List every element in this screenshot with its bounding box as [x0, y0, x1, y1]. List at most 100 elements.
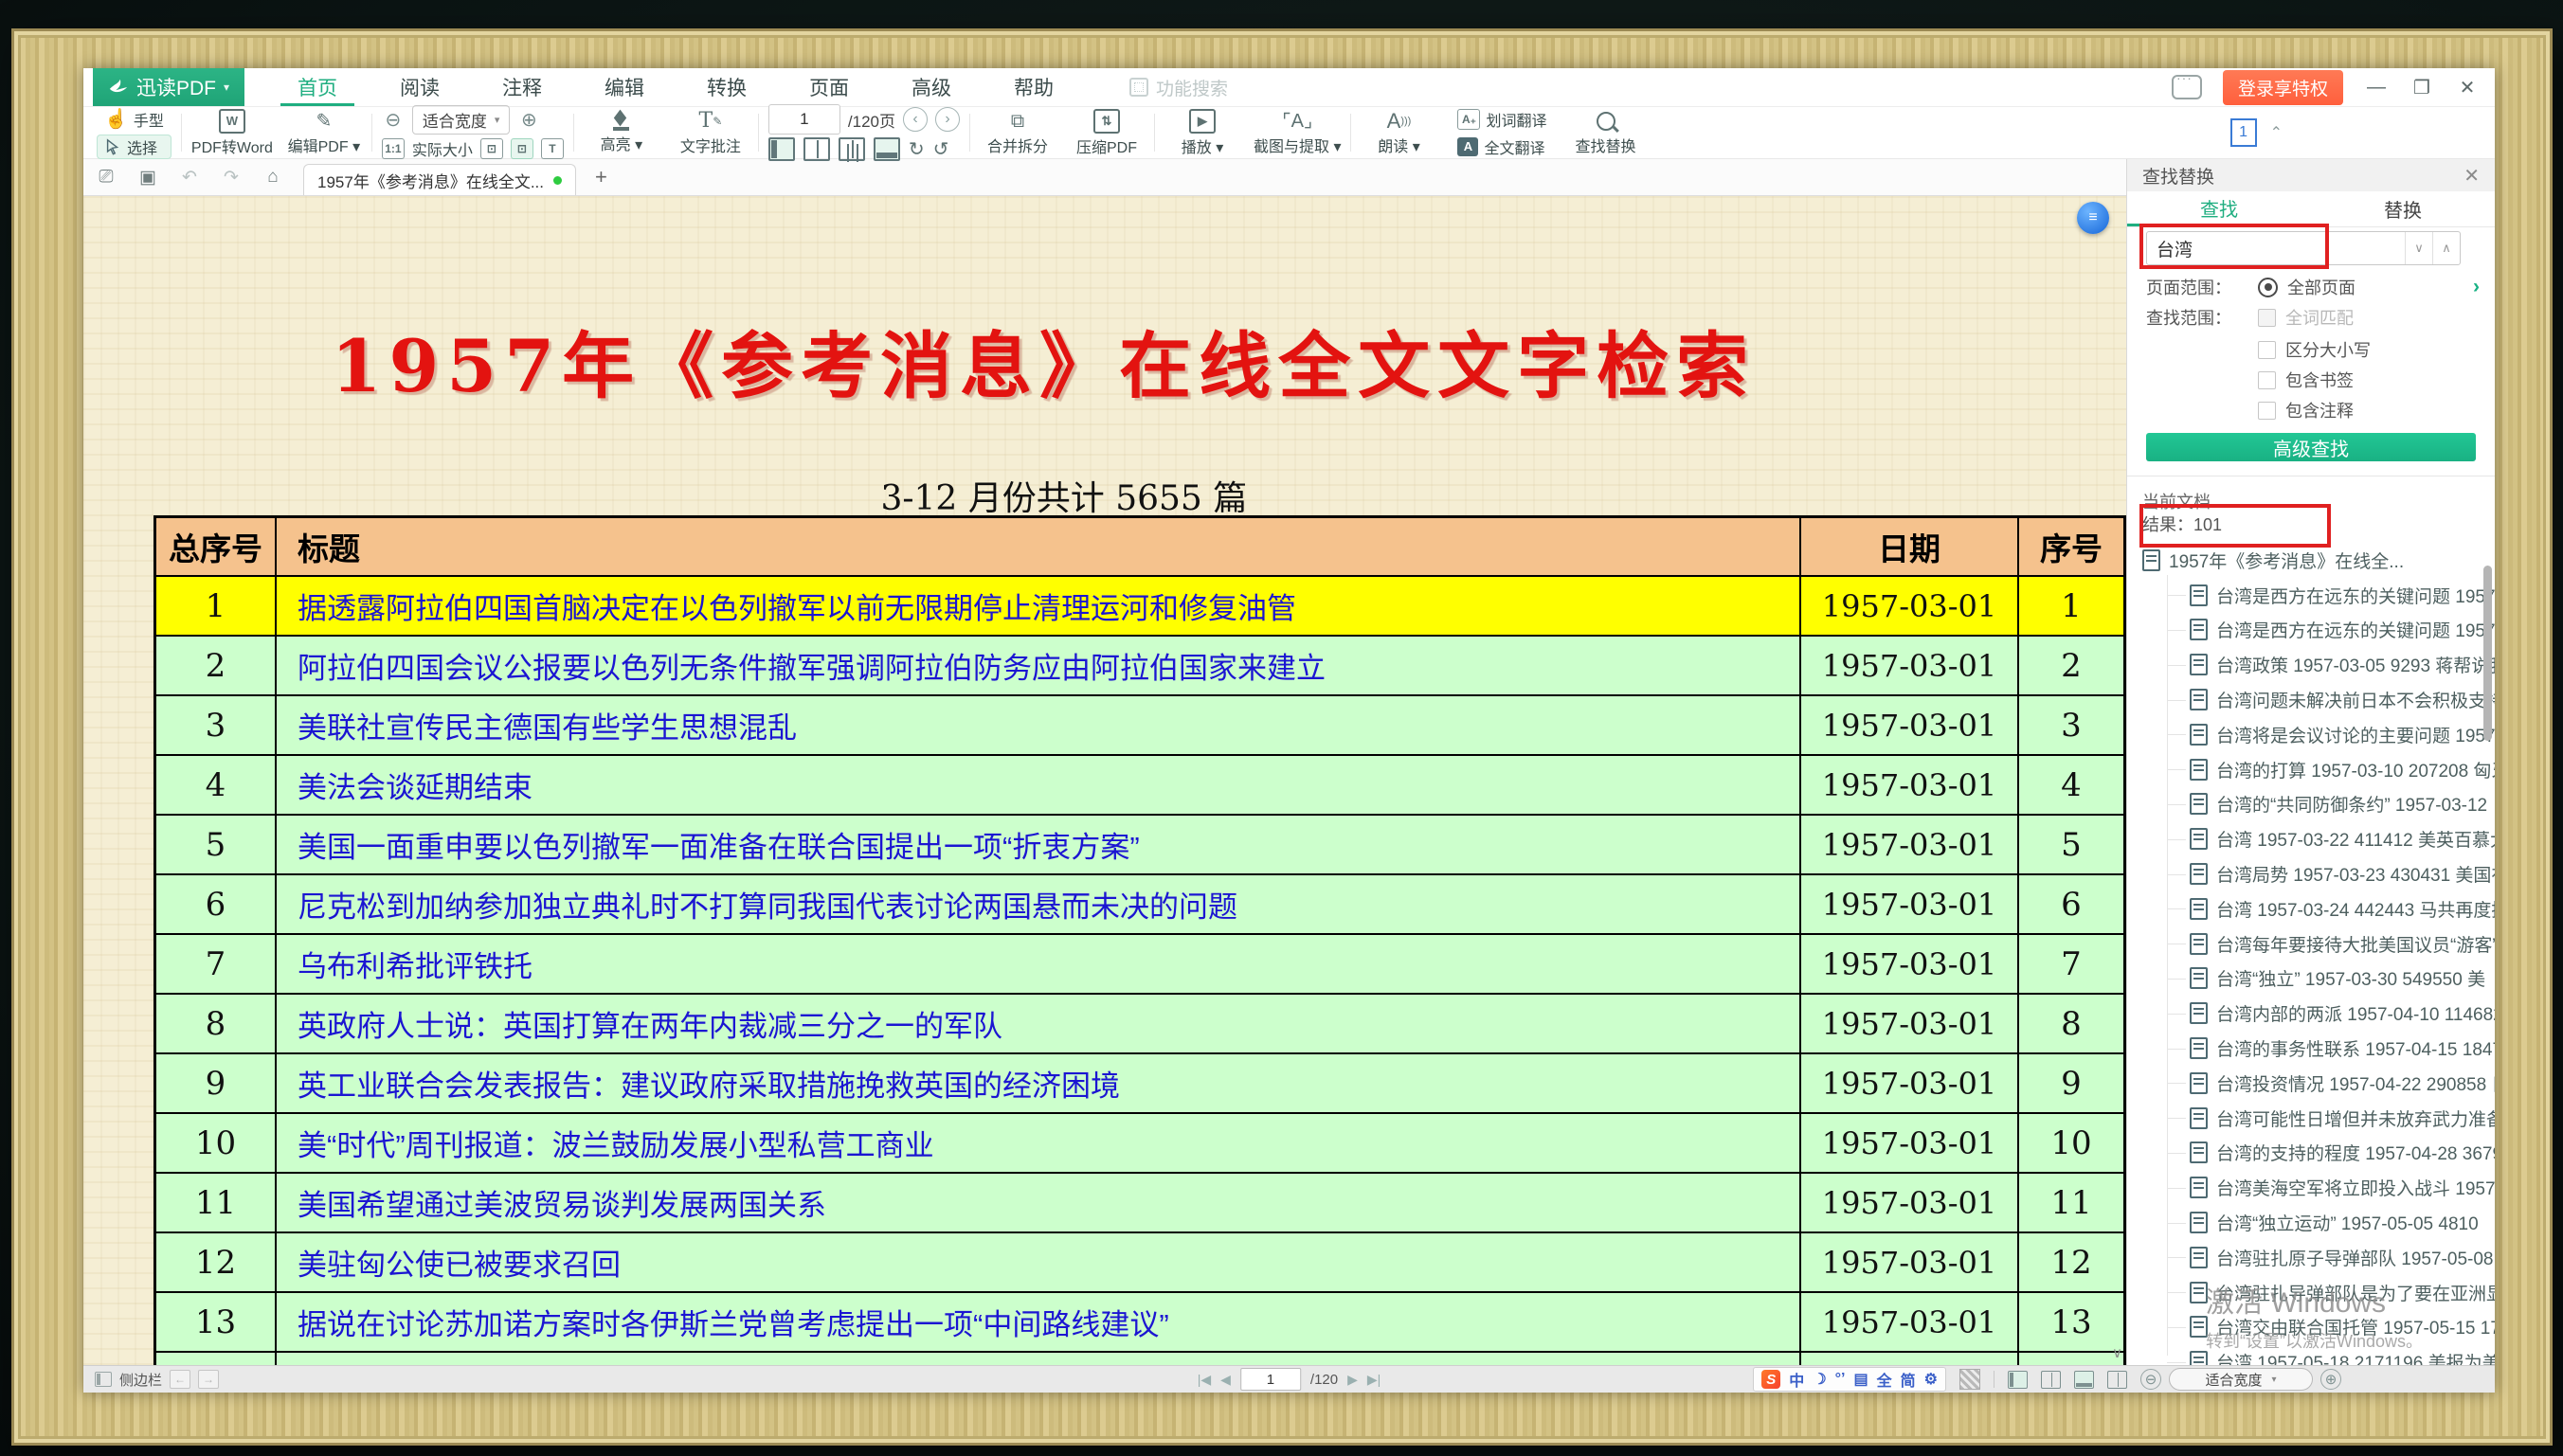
search-result-item[interactable]: 台湾将是会议讨论的主要问题 1957-0 — [2127, 717, 2495, 752]
search-result-item[interactable]: 台湾投资情况 1957-04-22 290858 日 — [2127, 1066, 2495, 1101]
text-annotation-button[interactable]: T✎ 文字批注 — [673, 110, 749, 156]
continuous-layout-icon[interactable] — [874, 137, 900, 161]
document-tab[interactable]: 1957年《参考消息》在线全文... — [303, 164, 576, 195]
status-page-input[interactable] — [1240, 1368, 1301, 1391]
chinese-mode-icon[interactable]: 中 — [1789, 1368, 1804, 1391]
find-prev-icon[interactable]: ∧ — [2432, 232, 2460, 264]
hand-tool-button[interactable]: ☝ 手型 — [97, 107, 171, 132]
rotate-cw-icon[interactable]: ↻ — [909, 138, 925, 161]
search-result-item[interactable]: 台湾政策 1957-03-05 9293 蒋帮说我 — [2127, 647, 2495, 682]
find-replace-button[interactable]: 查找替换 — [1568, 110, 1644, 156]
menu-tab-2[interactable]: 注释 — [498, 68, 546, 106]
checkbox[interactable] — [2258, 309, 2276, 327]
status-two-page-icon[interactable] — [2041, 1371, 2061, 1389]
checkbox[interactable] — [2258, 371, 2276, 389]
search-result-item[interactable]: 台湾的支持的程度 1957-04-28 3679 — [2127, 1136, 2495, 1171]
save-icon[interactable]: ▣ — [136, 167, 159, 189]
edit-pdf-button[interactable]: ✎ 编辑PDF ▾ — [286, 110, 362, 156]
search-result-item[interactable]: 台湾可能性日增但并未放弃武力准备 1 — [2127, 1101, 2495, 1136]
status-facing-icon[interactable] — [2107, 1371, 2127, 1389]
fulltext-translate-button[interactable]: A 全文翻译 — [1450, 135, 1554, 159]
highlight-button[interactable]: 高亮 ▾ — [584, 112, 659, 154]
menu-tab-7[interactable]: 帮助 — [1010, 68, 1057, 106]
status-zoom-in-icon[interactable]: ⊕ — [2320, 1369, 2341, 1390]
home-icon[interactable]: ⌂ — [262, 167, 284, 188]
menu-tab-3[interactable]: 编辑 — [601, 68, 648, 106]
single-page-layout-icon[interactable] — [768, 137, 795, 161]
search-result-item[interactable]: 台湾 1957-03-22 411412 美英百慕大 — [2127, 821, 2495, 856]
checkbox[interactable] — [2258, 341, 2276, 359]
collapse-toolbar-icon[interactable]: ⌃ — [2270, 123, 2283, 142]
panel-close-icon[interactable]: ✕ — [2464, 164, 2480, 188]
fullwidth-icon[interactable]: 全 — [1877, 1368, 1892, 1391]
rotate-ccw-icon[interactable]: ↺ — [933, 138, 949, 161]
function-search[interactable]: 功能搜索 — [1129, 75, 1228, 100]
feedback-chat-icon[interactable] — [2172, 75, 2202, 99]
panel-scrollbar-thumb[interactable] — [2483, 566, 2492, 741]
history-forward-icon[interactable]: → — [198, 1370, 219, 1389]
actual-size-label[interactable]: 实际大小 — [412, 137, 473, 160]
two-page-layout-icon[interactable] — [803, 137, 830, 161]
tab-replace[interactable]: 替换 — [2311, 191, 2495, 226]
moon-halfwidth-icon[interactable]: ☽ — [1813, 1370, 1826, 1389]
undo-icon[interactable]: ↶ — [178, 167, 201, 189]
chevron-right-icon[interactable]: › — [2473, 276, 2480, 298]
status-zoom-select[interactable]: 适合宽度▾ — [2169, 1368, 2313, 1391]
search-result-item[interactable]: 台湾是西方在远东的关键问题 1957-0 — [2127, 578, 2495, 613]
word-translate-button[interactable]: A₊ 划词翻译 — [1450, 107, 1554, 132]
all-pages-radio[interactable] — [2258, 278, 2278, 297]
sidebar-toggle-icon[interactable] — [95, 1372, 112, 1387]
search-result-item[interactable]: 台湾的“共同防御条约” 1957-03-12 — [2127, 787, 2495, 822]
menu-tab-6[interactable]: 高级 — [908, 68, 955, 106]
menu-tab-0[interactable]: 首页 — [294, 68, 341, 106]
search-result-item[interactable]: 台湾交由联合国托管 1957-05-15 176 — [2127, 1310, 2495, 1345]
zoom-level-select[interactable]: 适合宽度▾ — [412, 105, 511, 135]
merge-split-button[interactable]: ⧉ 合并拆分 — [980, 110, 1056, 156]
compress-pdf-button[interactable]: ⇅ 压缩PDF — [1069, 109, 1145, 157]
search-result-item[interactable]: 台湾局势 1957-03-23 430431 美国在 — [2127, 856, 2495, 891]
search-result-item[interactable]: 台湾“独立” 1957-03-30 549550 美 — [2127, 962, 2495, 997]
status-continuous-icon[interactable] — [2074, 1371, 2094, 1389]
floating-assistant-ball[interactable]: ≡ — [2077, 202, 2109, 234]
advanced-search-button[interactable]: 高级查找 — [2146, 433, 2476, 461]
select-tool-button[interactable]: 选择 — [97, 135, 171, 159]
close-button[interactable]: ✕ — [2455, 76, 2480, 99]
checkbox[interactable] — [2258, 402, 2276, 420]
tab-find[interactable]: 查找 — [2127, 191, 2311, 226]
search-result-item[interactable]: 台湾驻扎导弹部队是为了要在亚洲显示 — [2127, 1275, 2495, 1310]
search-result-item[interactable]: 台湾“独立运动” 1957-05-05 4810 — [2127, 1205, 2495, 1240]
sidebar-label[interactable]: 侧边栏 — [119, 1370, 162, 1390]
menu-tab-5[interactable]: 页面 — [805, 68, 853, 106]
scroll-down-icon[interactable]: ∨ — [2112, 1344, 2122, 1361]
zoom-in-button[interactable]: ⊕ — [517, 109, 540, 132]
previous-page-icon[interactable]: ◀ — [1220, 1372, 1231, 1388]
menu-tab-4[interactable]: 转换 — [703, 68, 750, 106]
history-back-icon[interactable]: ← — [170, 1370, 190, 1389]
search-result-item[interactable]: 台湾的事务性联系 1957-04-15 1847 — [2127, 1031, 2495, 1066]
simplified-icon[interactable]: 简 — [1901, 1368, 1916, 1391]
search-result-item[interactable]: 台湾问题未解决前日本不会积极支持我 — [2127, 682, 2495, 717]
new-tab-button[interactable]: + — [595, 165, 607, 189]
four-page-layout-icon[interactable] — [839, 137, 865, 161]
search-result-item[interactable]: 台湾是西方在远东的关键问题 1957-0 — [2127, 613, 2495, 648]
screenshot-extract-button[interactable]: ⌜A⌟ 截图与提取 ▾ — [1254, 110, 1342, 156]
keyboard-icon[interactable]: ▤ — [1854, 1370, 1868, 1389]
pdf-to-word-button[interactable]: W PDF转Word — [191, 109, 273, 157]
search-result-item[interactable]: 台湾的打算 1957-03-10 207208 匈牙 — [2127, 752, 2495, 787]
search-result-item[interactable]: 台湾美海空军将立即投入战斗 1957-0 — [2127, 1170, 2495, 1205]
read-aloud-button[interactable]: A))) 朗读 ▾ — [1361, 110, 1436, 156]
search-input[interactable] — [2147, 238, 2405, 259]
next-page-button[interactable]: › — [935, 107, 960, 132]
next-page-icon[interactable]: ▶ — [1347, 1372, 1358, 1388]
minimize-button[interactable]: — — [2364, 77, 2389, 99]
prev-page-button[interactable]: ‹ — [903, 107, 928, 132]
restore-button[interactable]: ❐ — [2410, 76, 2434, 99]
search-result-item[interactable]: 台湾内部的两派 1957-04-10 114682 — [2127, 996, 2495, 1031]
search-result-item[interactable]: 台湾 1957-03-24 442443 马共再度提 — [2127, 891, 2495, 926]
settings-wrench-icon[interactable]: ⚙ — [1924, 1370, 1938, 1389]
tree-root-item[interactable]: 1957年《参考消息》在线全... — [2127, 543, 2495, 578]
print-icon[interactable]: ⎚ — [95, 167, 117, 188]
status-single-page-icon[interactable] — [2008, 1371, 2028, 1389]
pattern-tool-icon[interactable] — [1959, 1369, 1980, 1390]
search-result-item[interactable]: 台湾 1957-05-18 2171196 美报为美 — [2127, 1344, 2495, 1365]
